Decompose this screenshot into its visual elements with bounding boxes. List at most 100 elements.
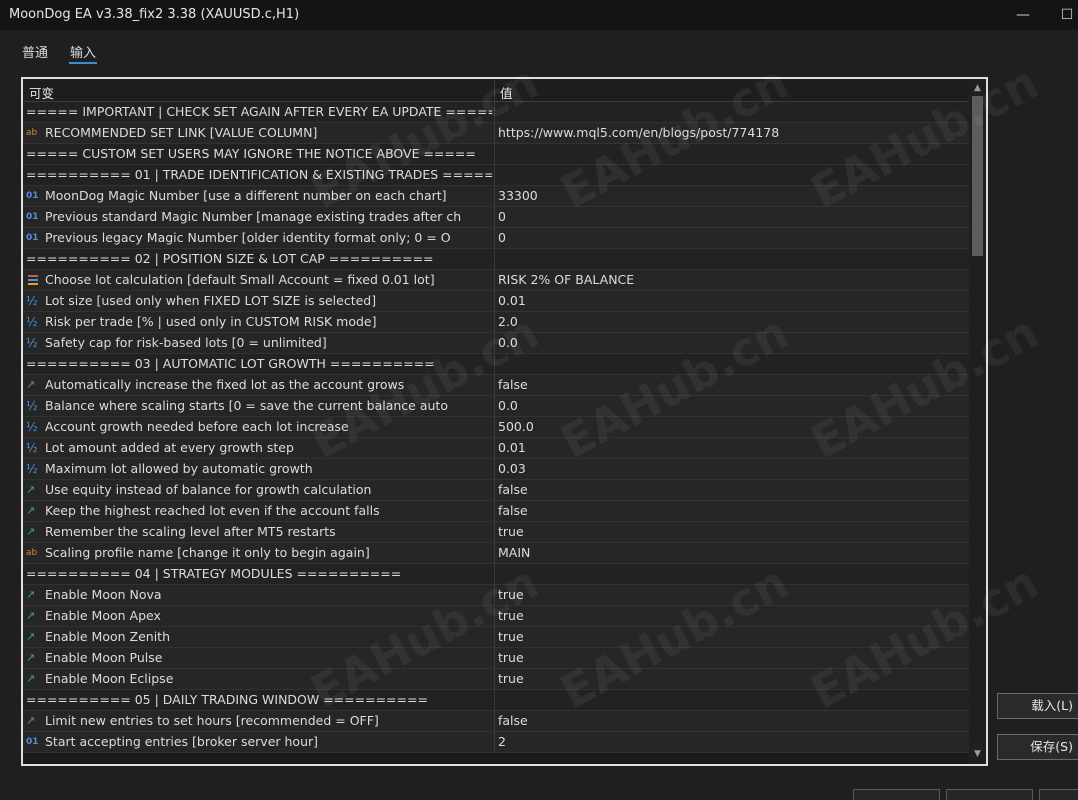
table-row[interactable]: ½ Safety cap for risk-based lots [0 = unl… xyxy=(23,333,969,354)
table-row[interactable]: ↗ Automatically increase the fixed lot as… xyxy=(23,375,969,396)
cell-divider xyxy=(494,333,495,353)
variable-name-cell: ½ Maximum lot allowed by automatic growth xyxy=(26,461,492,476)
minimize-button[interactable]: — xyxy=(1003,0,1043,30)
cell-divider xyxy=(494,501,495,521)
cell-divider xyxy=(494,543,495,563)
table-row[interactable]: ½ Maximum lot allowed by automatic growth… xyxy=(23,459,969,480)
table-row[interactable]: 01 Previous standard Magic Number [manage… xyxy=(23,207,969,228)
load-button[interactable]: 载入(L) xyxy=(997,693,1078,719)
variable-name-cell: 01 MoonDog Magic Number [use a different … xyxy=(26,188,492,203)
scroll-down-arrow-icon[interactable]: ▼ xyxy=(969,747,986,761)
enum-type-icon xyxy=(26,273,42,287)
cell-divider xyxy=(494,228,495,248)
variable-name-cell: ½ Lot amount added at every growth step xyxy=(26,440,492,455)
table-row[interactable]: ↗ Enable Moon Pulse true xyxy=(23,648,969,669)
value-cell[interactable]: false xyxy=(498,377,966,392)
value-cell[interactable]: 2 xyxy=(498,734,966,749)
value-cell[interactable]: 0.01 xyxy=(498,440,966,455)
section-header-row[interactable]: ========== 05 | DAILY TRADING WINDOW ===… xyxy=(23,690,969,711)
variable-name-cell: ½ Safety cap for risk-based lots [0 = unl… xyxy=(26,335,492,350)
variable-name-cell: ===== CUSTOM SET USERS MAY IGNORE THE NO… xyxy=(26,146,492,161)
cell-divider xyxy=(494,438,495,458)
double-type-icon: ½ xyxy=(26,440,38,455)
value-cell[interactable]: false xyxy=(498,503,966,518)
cell-divider xyxy=(494,711,495,731)
value-cell[interactable]: 33300 xyxy=(498,188,966,203)
cell-divider xyxy=(494,690,495,710)
value-cell[interactable]: 2.0 xyxy=(498,314,966,329)
value-cell[interactable]: 0.01 xyxy=(498,293,966,308)
section-header-row[interactable]: ========== 03 | AUTOMATIC LOT GROWTH ===… xyxy=(23,354,969,375)
table-row[interactable]: ↗ Enable Moon Eclipse true xyxy=(23,669,969,690)
double-type-icon: ½ xyxy=(26,461,38,476)
save-button[interactable]: 保存(S) xyxy=(997,734,1078,760)
table-row[interactable]: Choose lot calculation [default Small Ac… xyxy=(23,270,969,291)
tab-common[interactable]: 普通 xyxy=(22,42,48,61)
table-row[interactable]: ab Scaling profile name [change it only t… xyxy=(23,543,969,564)
value-cell[interactable]: true xyxy=(498,587,966,602)
cell-divider xyxy=(494,564,495,584)
variable-name-cell: 01 Start accepting entries [broker server… xyxy=(26,734,492,749)
table-row[interactable]: 01 Start accepting entries [broker server… xyxy=(23,732,969,753)
value-cell[interactable]: https://www.mql5.com/en/blogs/post/77417… xyxy=(498,125,966,140)
table-row[interactable]: ↗ Use equity instead of balance for growt… xyxy=(23,480,969,501)
table-row[interactable]: ↗ Enable Moon Zenith true xyxy=(23,627,969,648)
column-header-variable[interactable]: 可变 xyxy=(29,83,54,102)
value-cell[interactable]: true xyxy=(498,650,966,665)
table-row[interactable]: ↗ Keep the highest reached lot even if th… xyxy=(23,501,969,522)
string-type-icon: ab xyxy=(26,127,38,138)
table-row[interactable]: ½ Account growth needed before each lot i… xyxy=(23,417,969,438)
double-type-icon: ½ xyxy=(26,419,38,434)
table-row[interactable]: 01 Previous legacy Magic Number [older id… xyxy=(23,228,969,249)
cell-divider xyxy=(494,669,495,689)
variable-name-cell: ↗ Use equity instead of balance for growt… xyxy=(26,482,492,497)
variable-name-cell: ↗ Enable Moon Nova xyxy=(26,587,492,602)
value-cell[interactable]: true xyxy=(498,671,966,686)
table-row[interactable]: ↗ Remember the scaling level after MT5 re… xyxy=(23,522,969,543)
section-header-row[interactable]: ========== 01 | TRADE IDENTIFICATION & E… xyxy=(23,165,969,186)
variable-name-cell: ab RECOMMENDED SET LINK [VALUE COLUMN] xyxy=(26,125,492,140)
table-row[interactable]: ½ Lot size [used only when FIXED LOT SIZE… xyxy=(23,291,969,312)
value-cell[interactable]: 0 xyxy=(498,230,966,245)
table-row[interactable]: ↗ Enable Moon Nova true xyxy=(23,585,969,606)
variable-name-cell: ½ Balance where scaling starts [0 = save … xyxy=(26,398,492,413)
section-header-row[interactable]: ========== 04 | STRATEGY MODULES =======… xyxy=(23,564,969,585)
scrollbar-thumb[interactable] xyxy=(972,96,983,256)
table-row[interactable]: ab RECOMMENDED SET LINK [VALUE COLUMN] htt… xyxy=(23,123,969,144)
column-header-value[interactable]: 值 xyxy=(500,83,513,102)
cell-divider xyxy=(494,291,495,311)
table-row[interactable]: ↗ Limit new entries to set hours [recomme… xyxy=(23,711,969,732)
variable-name: Use equity instead of balance for growth… xyxy=(45,482,372,497)
table-row[interactable]: ½ Lot amount added at every growth step 0.… xyxy=(23,438,969,459)
value-cell[interactable]: RISK 2% OF BALANCE xyxy=(498,272,966,287)
variable-name-cell: ========== 04 | STRATEGY MODULES =======… xyxy=(26,566,492,581)
value-cell[interactable]: 0.0 xyxy=(498,398,966,413)
table-row[interactable]: ½ Balance where scaling starts [0 = save … xyxy=(23,396,969,417)
table-row[interactable]: ½ Risk per trade [% | used only in CUSTOM… xyxy=(23,312,969,333)
value-cell[interactable]: MAIN xyxy=(498,545,966,560)
section-header-row[interactable]: ===== IMPORTANT | CHECK SET AGAIN AFTER … xyxy=(23,102,969,123)
window-title: MoonDog EA v3.38_fix2 3.38 (XAUUSD.c,H1) xyxy=(9,7,300,22)
table-row[interactable]: ↗ Enable Moon Apex true xyxy=(23,606,969,627)
section-header-row[interactable]: ========== 02 | POSITION SIZE & LOT CAP … xyxy=(23,249,969,270)
value-cell[interactable]: 0.03 xyxy=(498,461,966,476)
vertical-scrollbar[interactable]: ▲ ▼ xyxy=(969,79,986,764)
tab-inputs[interactable]: 输入 xyxy=(68,42,98,64)
variable-name-cell: 01 Previous legacy Magic Number [older id… xyxy=(26,230,492,245)
value-cell[interactable]: false xyxy=(498,482,966,497)
value-cell[interactable]: 0 xyxy=(498,209,966,224)
scroll-up-arrow-icon[interactable]: ▲ xyxy=(969,81,986,95)
value-cell[interactable]: 0.0 xyxy=(498,335,966,350)
table-row[interactable]: 01 MoonDog Magic Number [use a different … xyxy=(23,186,969,207)
value-cell[interactable]: true xyxy=(498,608,966,623)
column-divider[interactable] xyxy=(494,79,495,101)
bool-type-icon: ↗ xyxy=(26,503,36,517)
section-header-row[interactable]: ===== CUSTOM SET USERS MAY IGNORE THE NO… xyxy=(23,144,969,165)
maximize-button[interactable]: ☐ xyxy=(1047,0,1078,30)
value-cell[interactable]: false xyxy=(498,713,966,728)
value-cell[interactable]: true xyxy=(498,629,966,644)
value-cell[interactable]: 500.0 xyxy=(498,419,966,434)
variable-name: Start accepting entries [broker server h… xyxy=(45,734,319,749)
cell-divider xyxy=(494,417,495,437)
value-cell[interactable]: true xyxy=(498,524,966,539)
